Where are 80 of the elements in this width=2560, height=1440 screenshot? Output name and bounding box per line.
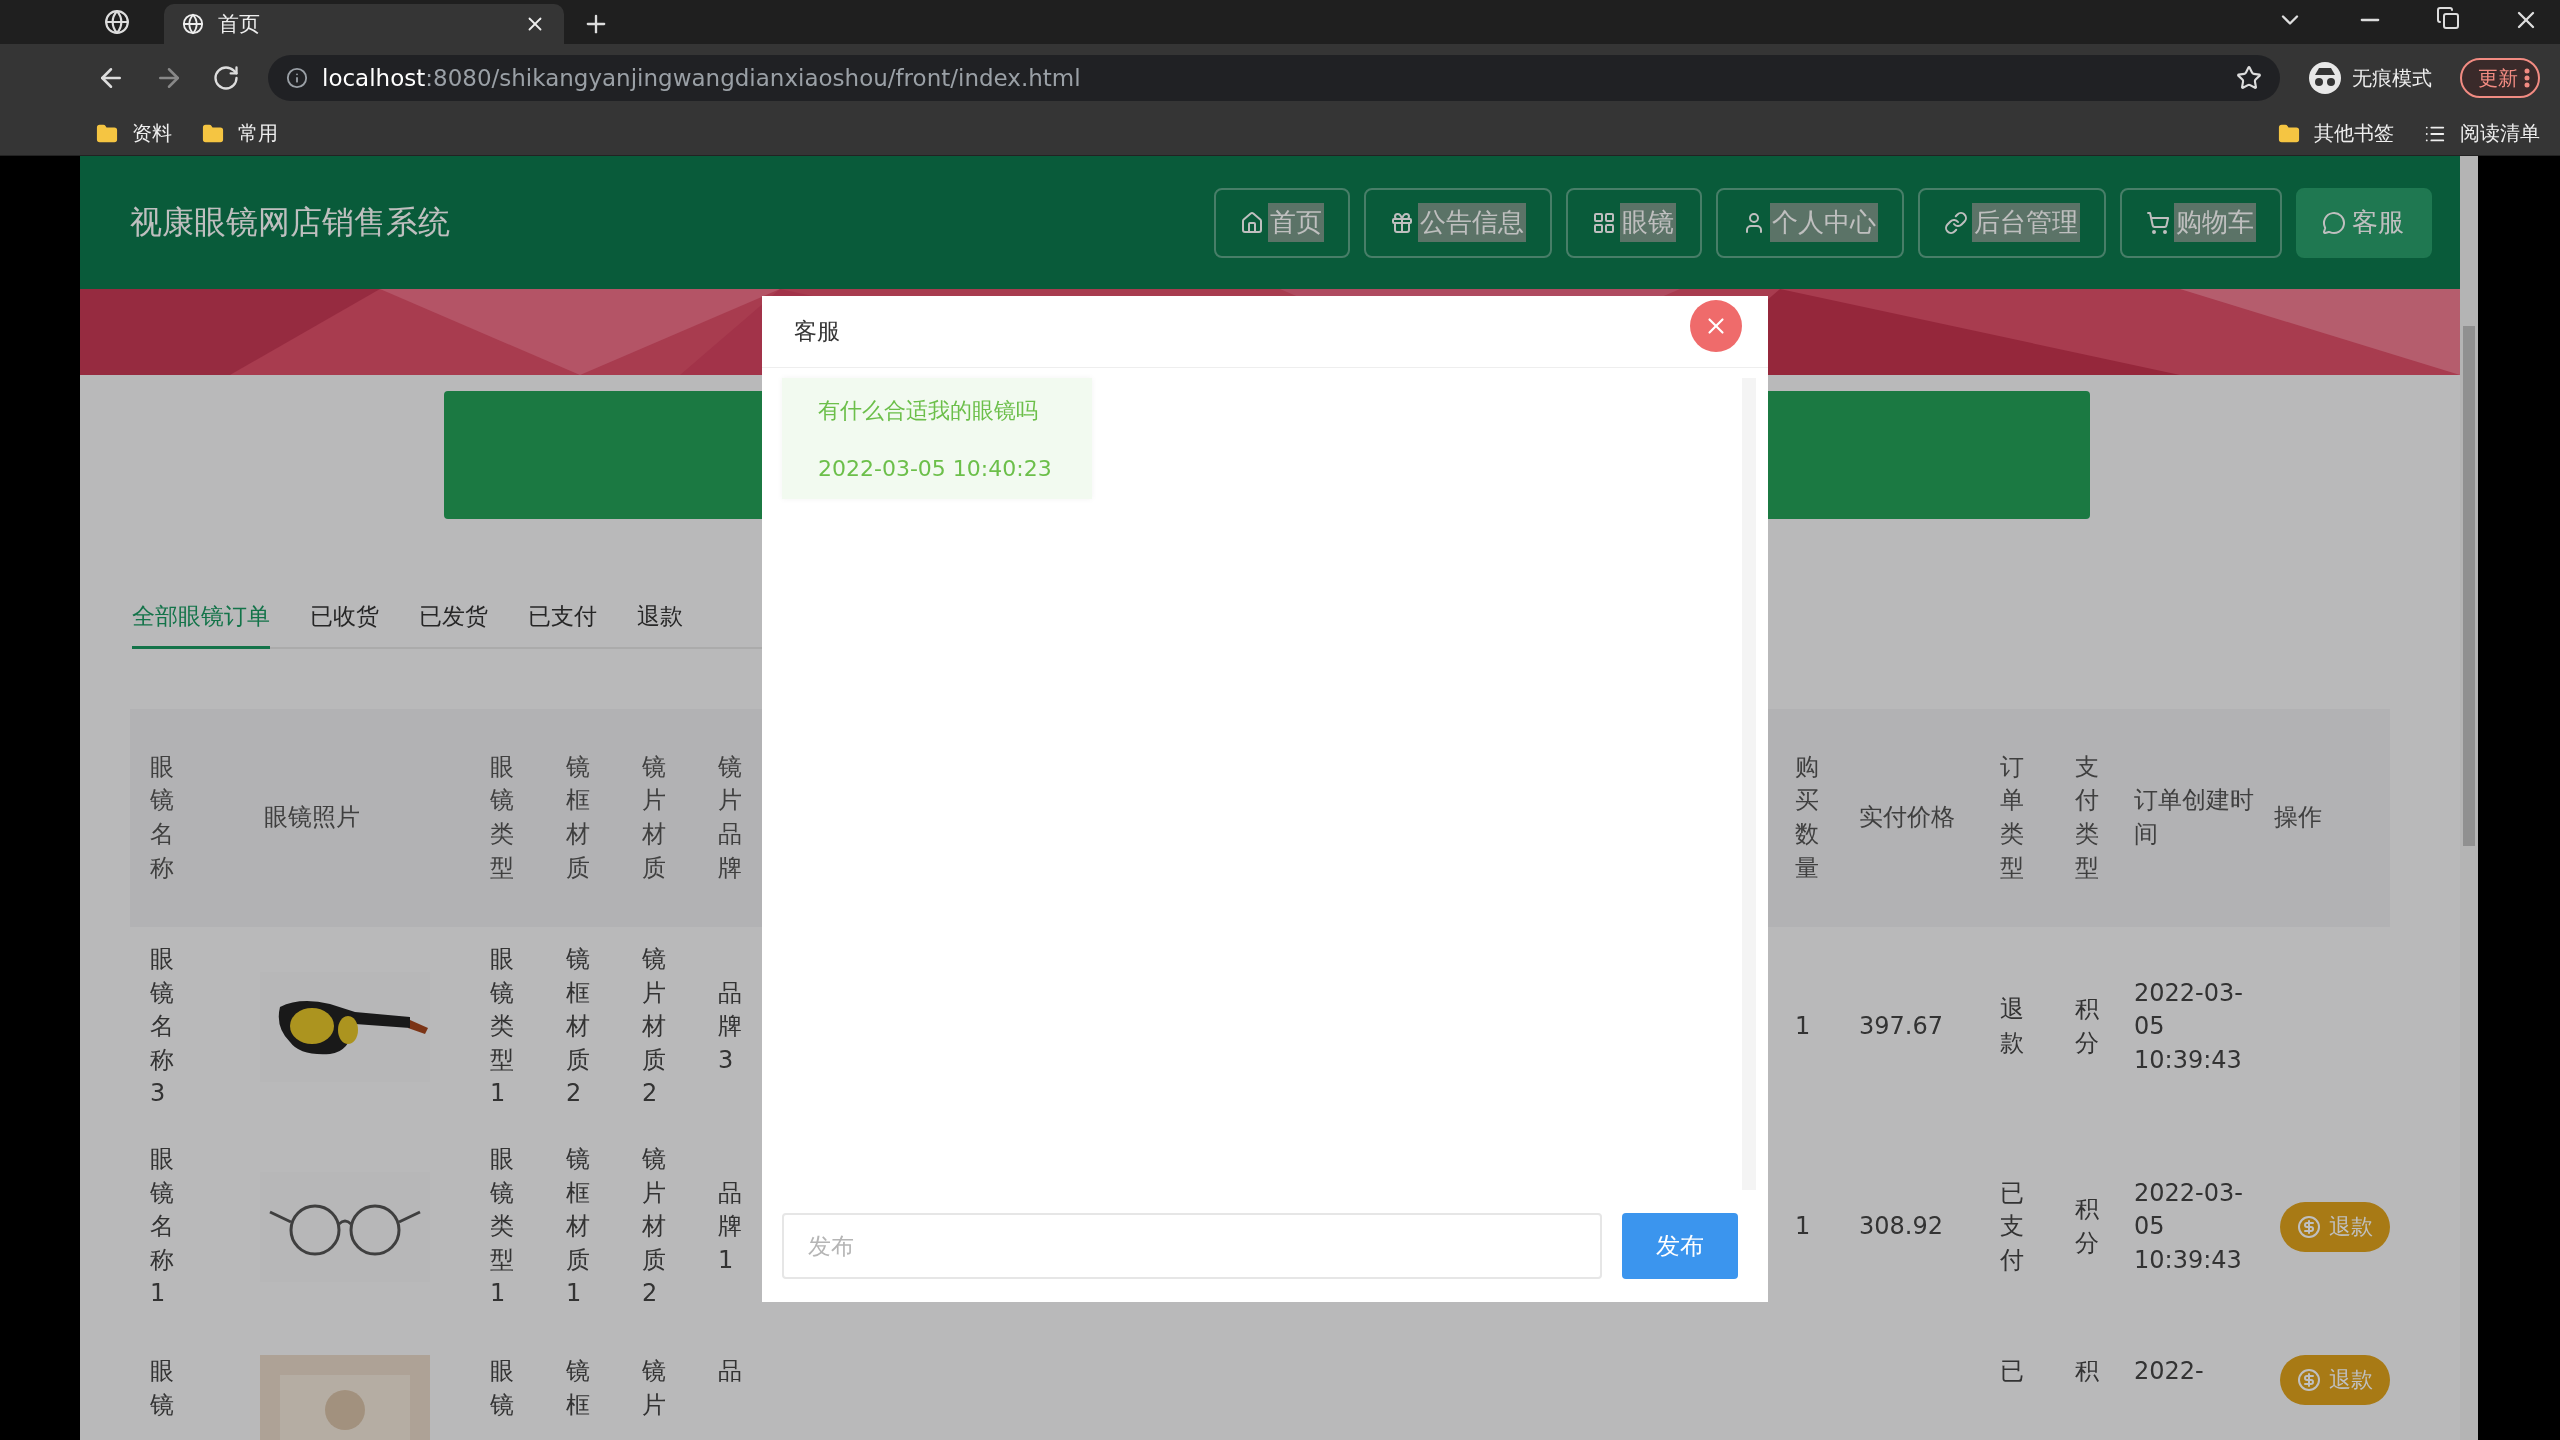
tab-title: 首页 (218, 11, 261, 38)
order-tab[interactable]: 已收货 (310, 589, 379, 649)
folder-icon (2278, 122, 2300, 145)
table-cell-text: 镜片材质2 (642, 1144, 666, 1310)
table-cell-text: 眼镜 (150, 1356, 174, 1421)
info-icon (286, 67, 308, 89)
table-cell-text: 镜框材质1 (566, 1144, 590, 1310)
column-header: 订单创建时间 (2120, 709, 2260, 927)
column-header: 订单类型 (1980, 709, 2055, 927)
column-header: 操作 (2260, 709, 2390, 927)
table-cell-text: 积分 (2075, 1194, 2099, 1259)
table-cell-text: 397.67 (1859, 1011, 1943, 1043)
table-cell-text: 品 (718, 1356, 742, 1387)
order-tab[interactable]: 已支付 (528, 589, 597, 649)
incognito-icon (2308, 61, 2342, 95)
more-icon (2524, 68, 2530, 88)
table-cell-text: 1 (1795, 1211, 1811, 1243)
table-cell-text: 眼镜 (490, 1356, 514, 1421)
table-cell-text: 2022-03-05 10:39:43 (2134, 1177, 2244, 1276)
folder-icon (96, 122, 118, 145)
table-cell-text: 308.92 (1859, 1211, 1943, 1243)
order-tab[interactable]: 退款 (637, 589, 683, 649)
bookmark[interactable]: 资料 (132, 120, 172, 147)
table-cell-text: 积 (2075, 1356, 2099, 1387)
table-cell-text: 2022- (2134, 1356, 2205, 1387)
column-header: 眼镜照片 (250, 709, 470, 927)
table-cell-text: 镜框 (566, 1356, 590, 1421)
table-cell-text: 积分 (2075, 994, 2099, 1059)
address-field[interactable]: localhost:8080/shikangyanjingwangdianxiaoshou/front/index.html (268, 55, 2280, 101)
table-cell-text: 眼镜名称3 (150, 944, 174, 1110)
column-header: 眼镜名称 (130, 709, 250, 927)
column-header: 实付价格 (1845, 709, 1980, 927)
grid-icon (1592, 210, 1616, 235)
update-button[interactable]: 更新 (2460, 58, 2540, 98)
table-cell-text: 退款 (2000, 994, 2024, 1059)
table-cell-text: 品牌3 (718, 977, 742, 1076)
bookmark[interactable]: 其他书签 (2314, 120, 2394, 147)
reading-list-link[interactable]: 阅读清单 (2460, 120, 2540, 147)
nav-button[interactable]: 客服 (2296, 187, 2432, 258)
star-icon[interactable] (2236, 65, 2262, 91)
table-cell-text: 镜片 (642, 1356, 666, 1421)
table-cell-text: 眼镜类型1 (490, 1144, 514, 1310)
reload-icon[interactable] (212, 64, 240, 92)
coin-icon (2297, 1368, 2321, 1392)
cart-icon (2146, 210, 2170, 235)
table-cell-text: 品牌1 (718, 1177, 742, 1276)
scrollbar-thumb[interactable] (2463, 326, 2475, 846)
gift-icon (1390, 210, 1414, 235)
column-header: 镜片材质 (622, 709, 698, 927)
table-cell-text: 眼镜名称1 (150, 1144, 174, 1310)
send-button[interactable]: 发布 (1622, 1213, 1738, 1279)
bookmark[interactable]: 常用 (238, 120, 278, 147)
order-tab[interactable]: 已发货 (419, 589, 488, 649)
incognito-label: 无痕模式 (2352, 64, 2432, 92)
column-header: 支付类型 (2055, 709, 2120, 927)
home-icon (1240, 210, 1264, 235)
chat-message: 有什么合适我的眼镜吗 2022-03-05 10:40:23 (782, 378, 1092, 499)
column-header: 镜框材质 (546, 709, 622, 927)
table-cell-text: 1 (1795, 1011, 1811, 1043)
table-cell-text: 2022-03-05 10:39:43 (2134, 977, 2244, 1076)
table-cell-text: 镜片材质2 (642, 944, 666, 1110)
table-cell-text: 已支付 (2000, 1177, 2024, 1276)
chat-icon (2322, 210, 2346, 235)
table-cell-text: 镜框材质2 (566, 944, 590, 1110)
browser-logo-icon (104, 9, 130, 35)
column-header: 购买数量 (1775, 709, 1845, 927)
table-cell-text: 眼镜类型1 (490, 944, 514, 1110)
table-cell-text: 已 (2000, 1356, 2024, 1387)
browser-tab[interactable]: 首页 (164, 4, 564, 44)
globe-icon (182, 13, 204, 35)
coin-icon (2297, 1215, 2321, 1239)
site-title: 视康眼镜网店销售系统 (130, 201, 451, 243)
dialog-title: 客服 (794, 317, 840, 346)
folder-icon (202, 122, 224, 145)
close-button[interactable] (1690, 300, 1742, 352)
message-input[interactable]: 发布 (782, 1213, 1602, 1279)
restore-icon[interactable] (2436, 6, 2460, 30)
column-header: 眼镜类型 (470, 709, 546, 927)
order-tab[interactable]: 全部眼镜订单 (132, 589, 270, 649)
link-icon (1944, 210, 1968, 235)
